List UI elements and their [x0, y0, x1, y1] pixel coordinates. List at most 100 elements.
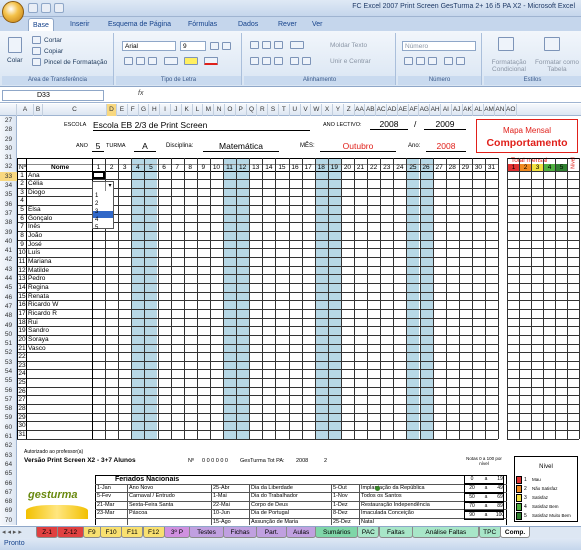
row-header-66[interactable]: 66: [0, 479, 17, 488]
sheet-tab-11[interactable]: Sumários: [315, 527, 359, 538]
col-header-g[interactable]: G: [139, 104, 150, 116]
row-header-64[interactable]: 64: [0, 460, 17, 469]
col-header-c[interactable]: C: [43, 104, 107, 116]
cut-button[interactable]: Cortar: [44, 37, 62, 44]
format-table-icon[interactable]: [544, 37, 560, 51]
bold-icon[interactable]: [124, 57, 133, 65]
row-header-59[interactable]: 59: [0, 413, 17, 422]
col-header-j[interactable]: J: [171, 104, 182, 116]
col-header-ac[interactable]: AC: [376, 104, 387, 116]
align-left-icon[interactable]: [250, 57, 259, 65]
row-header-54[interactable]: 54: [0, 367, 17, 376]
borders-icon[interactable]: [164, 57, 178, 65]
fill-color-icon[interactable]: [184, 57, 198, 65]
row-header-60[interactable]: 60: [0, 423, 17, 432]
shrink-font-icon[interactable]: [222, 42, 231, 50]
sheet-tab-1[interactable]: Z-12: [57, 527, 84, 538]
col-header-ah[interactable]: AH: [430, 104, 441, 116]
col-header-e[interactable]: E: [117, 104, 128, 116]
row-header-67[interactable]: 67: [0, 488, 17, 497]
office-button[interactable]: [2, 1, 24, 23]
sheet-tab-15[interactable]: TPC: [478, 527, 501, 538]
row-header-68[interactable]: 68: [0, 497, 17, 506]
format-painter-icon[interactable]: [32, 58, 41, 66]
decrease-decimal-icon[interactable]: [456, 57, 465, 65]
col-header-m[interactable]: M: [203, 104, 215, 116]
col-header-aj[interactable]: AJ: [452, 104, 463, 116]
col-header-d[interactable]: D: [107, 104, 117, 116]
merge-center-button[interactable]: Unir e Centrar: [330, 58, 371, 65]
paste-button[interactable]: Colar: [7, 57, 23, 64]
row-header-27[interactable]: 27: [0, 116, 17, 125]
dropdown-item[interactable]: 2: [95, 201, 98, 207]
row-header-46[interactable]: 46: [0, 293, 17, 302]
row-header-70[interactable]: 70: [0, 516, 17, 525]
redo-icon[interactable]: [54, 3, 64, 13]
row-header-50[interactable]: 50: [0, 330, 17, 339]
currency-icon[interactable]: [404, 57, 413, 65]
align-right-icon[interactable]: [274, 57, 283, 65]
row-header-52[interactable]: 52: [0, 348, 17, 357]
row-header-62[interactable]: 62: [0, 441, 17, 450]
dropdown-item[interactable]: 4: [95, 217, 98, 223]
col-header-ak[interactable]: AK: [463, 104, 474, 116]
row-header-31[interactable]: 31: [0, 153, 17, 162]
dropdown-arrow-icon[interactable]: ▾: [105, 182, 114, 191]
sheet-tab-14[interactable]: Análise Faltas: [412, 527, 480, 538]
sheet-tab-8[interactable]: Fichas: [222, 527, 258, 538]
row-header-29[interactable]: 29: [0, 135, 17, 144]
name-box[interactable]: D33: [2, 90, 104, 101]
font-size-box[interactable]: 9: [180, 41, 206, 51]
format-table-button[interactable]: Formatar como Tabela: [534, 59, 580, 73]
sheet-tab-6[interactable]: 3º P: [163, 527, 191, 538]
row-header-63[interactable]: 63: [0, 451, 17, 460]
dropdown-item[interactable]: 3: [95, 209, 98, 215]
sheet-tab-9[interactable]: Part.: [256, 527, 287, 538]
col-header-x[interactable]: X: [322, 104, 333, 116]
row-header-58[interactable]: 58: [0, 404, 17, 413]
col-header-am[interactable]: AM: [484, 104, 495, 116]
col-header-k[interactable]: K: [182, 104, 193, 116]
tab-rever[interactable]: Rever: [274, 18, 301, 31]
col-header-b[interactable]: B: [34, 104, 43, 116]
paste-icon[interactable]: [8, 37, 22, 53]
row-header-41[interactable]: 41: [0, 246, 17, 255]
tab-dados[interactable]: Dados: [234, 18, 262, 31]
conditional-format-button[interactable]: Formatação Condicional: [488, 59, 530, 73]
col-header-q[interactable]: Q: [247, 104, 258, 116]
row-header-34[interactable]: 34: [0, 181, 17, 190]
dropdown-item[interactable]: 1: [95, 193, 98, 199]
sheet-tab-7[interactable]: Testes: [189, 527, 224, 538]
row-header-61[interactable]: 61: [0, 432, 17, 441]
row-header-44[interactable]: 44: [0, 274, 17, 283]
copy-icon[interactable]: [32, 47, 41, 55]
col-header-ae[interactable]: AE: [398, 104, 409, 116]
tab-scroll-icon[interactable]: ◂ ◂ ▸ ▸: [2, 528, 22, 536]
col-header-h[interactable]: H: [149, 104, 161, 116]
col-header-f[interactable]: F: [128, 104, 139, 116]
col-header-v[interactable]: V: [301, 104, 312, 116]
row-header-28[interactable]: 28: [0, 125, 17, 134]
level-dropdown[interactable]: 1 2 3 4 5 ▾: [92, 181, 114, 231]
row-header-49[interactable]: 49: [0, 321, 17, 330]
col-header-z[interactable]: Z: [344, 104, 355, 116]
worksheet-grid[interactable]: 27 28 29 30 31 32 33 34 35 36 37 38 39 40 41 42 43 44 45 46…: [0, 116, 581, 525]
row-header-32[interactable]: 32: [0, 162, 17, 171]
copy-button[interactable]: Copiar: [44, 48, 63, 55]
col-header-o[interactable]: O: [225, 104, 236, 116]
row-header-33[interactable]: 33: [0, 171, 17, 182]
sheet-tab-10[interactable]: Aulas: [285, 527, 317, 538]
sheet-tab-5[interactable]: F12: [142, 527, 165, 538]
row-header-37[interactable]: 37: [0, 209, 17, 218]
col-header-n[interactable]: N: [214, 104, 225, 116]
col-header-w[interactable]: W: [311, 104, 323, 116]
increase-indent-icon[interactable]: [302, 57, 311, 65]
align-middle-icon[interactable]: [262, 41, 271, 49]
conditional-format-icon[interactable]: [498, 37, 514, 51]
row-header-43[interactable]: 43: [0, 265, 17, 274]
col-header-t[interactable]: T: [279, 104, 290, 116]
dropdown-item[interactable]: 5: [95, 225, 98, 231]
row-header-51[interactable]: 51: [0, 339, 17, 348]
selected-cell[interactable]: [92, 170, 106, 180]
row-header-53[interactable]: 53: [0, 358, 17, 367]
